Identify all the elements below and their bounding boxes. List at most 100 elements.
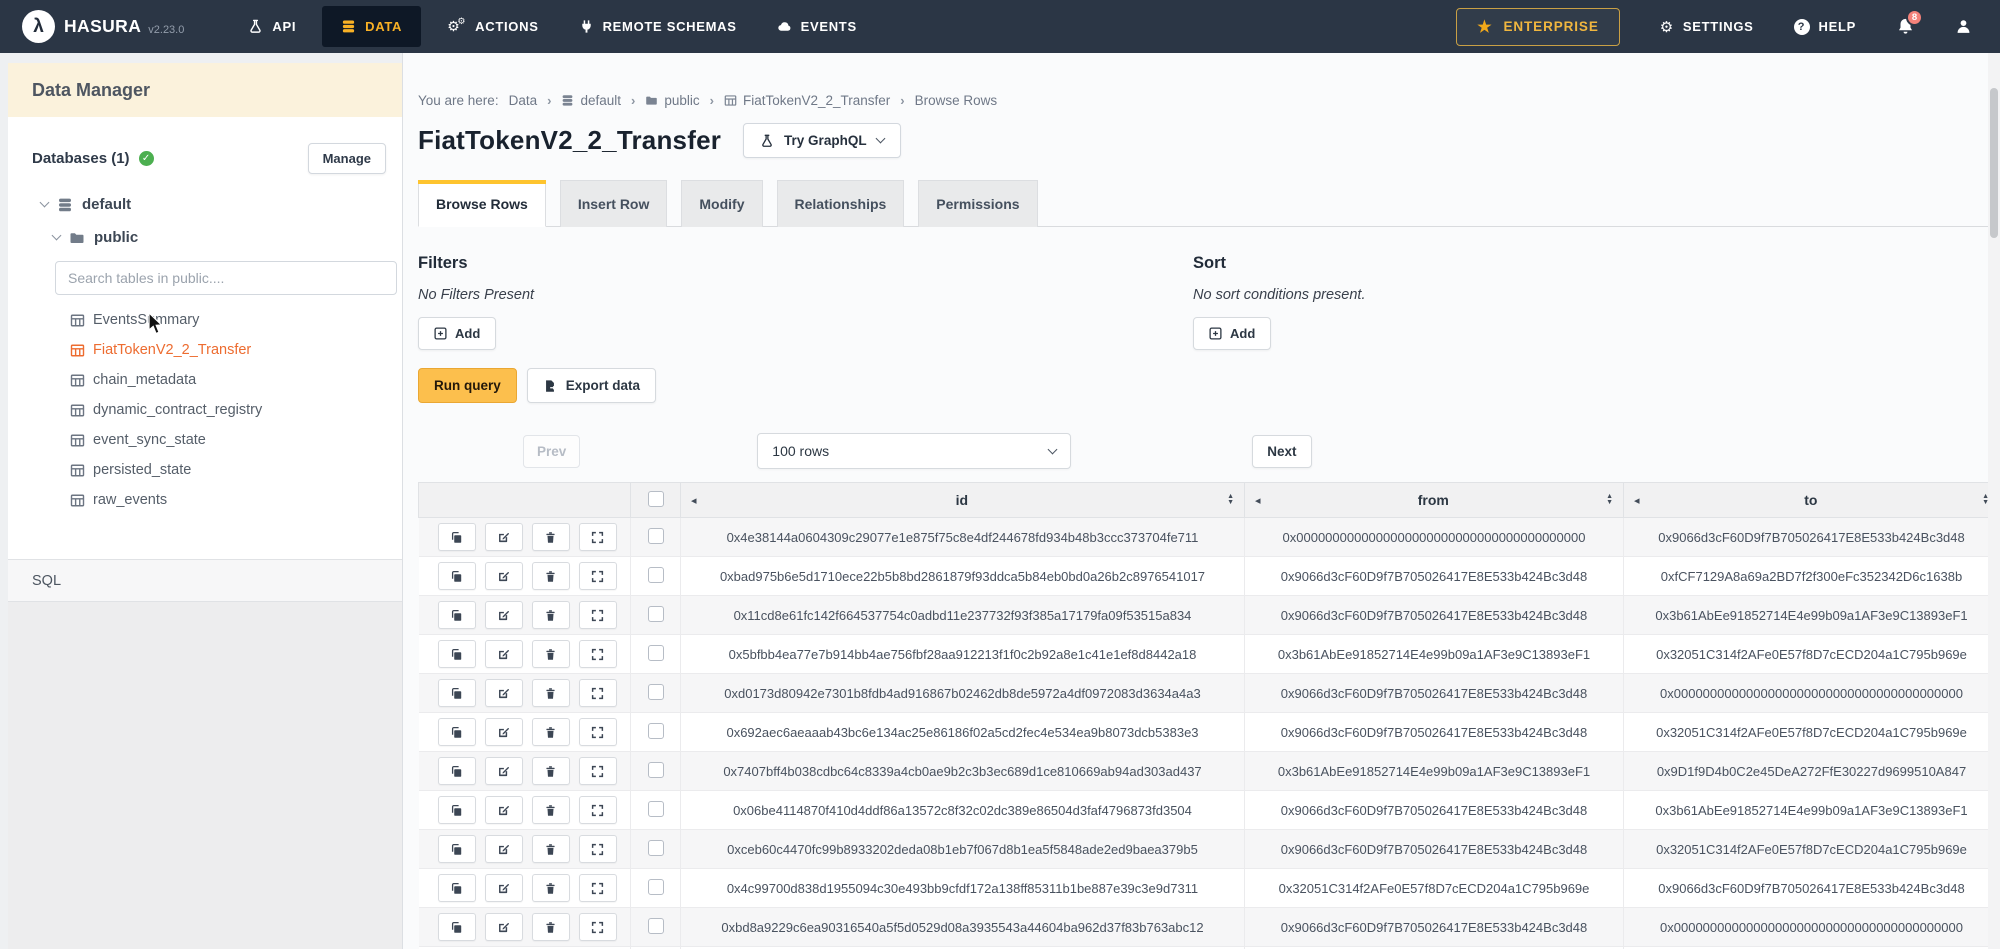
export-data-button[interactable]: Export data xyxy=(527,368,656,403)
edit-row-button[interactable] xyxy=(485,796,523,824)
cell-from[interactable]: 0x3b61AbEe91852714E4e99b09a1AF3e9C13893e… xyxy=(1245,752,1624,791)
next-page-button[interactable]: Next xyxy=(1252,435,1311,468)
sort-toggle-icon[interactable]: ▲▼ xyxy=(1606,494,1613,506)
try-graphql-button[interactable]: Try GraphQL xyxy=(743,123,901,158)
sidebar-table-item[interactable]: FiatTokenV2_2_Transfer xyxy=(8,335,402,365)
breadcrumb-table[interactable]: FiatTokenV2_2_Transfer xyxy=(724,93,890,108)
edit-row-button[interactable] xyxy=(485,874,523,902)
add-sort-button[interactable]: Add xyxy=(1193,317,1271,350)
chevron-down-icon[interactable] xyxy=(40,198,50,208)
cell-id[interactable]: 0x7407bff4b038cdbc64c8339a4cb0ae9b2c3b3e… xyxy=(681,752,1245,791)
cell-to[interactable]: 0x3b61AbEe91852714E4e99b09a1AF3e9C13893e… xyxy=(1624,791,2000,830)
nav-item-events[interactable]: EVENTS xyxy=(757,0,877,53)
tab[interactable]: Insert Row xyxy=(560,180,668,227)
expand-row-button[interactable] xyxy=(579,913,617,941)
nav-item-api[interactable]: API xyxy=(228,0,316,53)
delete-row-button[interactable] xyxy=(532,874,570,902)
chevron-down-icon[interactable] xyxy=(52,231,62,241)
sidebar-item-sql[interactable]: SQL xyxy=(8,559,402,602)
expand-row-button[interactable] xyxy=(579,757,617,785)
expand-row-button[interactable] xyxy=(579,796,617,824)
cell-to[interactable]: 0x32051C314f2AFe0E57f8D7cECD204a1C795b96… xyxy=(1624,635,2000,674)
prev-page-button[interactable]: Prev xyxy=(523,435,580,468)
enterprise-button[interactable]: ★ ENTERPRISE xyxy=(1456,8,1620,46)
cell-id[interactable]: 0xbad975b6e5d1710ece22b5b8bd2861879f93dd… xyxy=(681,557,1245,596)
tab[interactable]: Permissions xyxy=(918,180,1037,227)
vertical-scrollbar[interactable] xyxy=(1988,53,2000,949)
cell-id[interactable]: 0x5bfbb4ea77e7b914bb4ae756fbf28aa912213f… xyxy=(681,635,1245,674)
edit-row-button[interactable] xyxy=(485,679,523,707)
sidebar-table-item[interactable]: chain_metadata xyxy=(8,365,402,395)
edit-row-button[interactable] xyxy=(485,523,523,551)
user-menu-button[interactable] xyxy=(1955,18,1972,35)
header-column-id[interactable]: ◂ id ▲▼ xyxy=(681,483,1245,518)
nav-item-actions[interactable]: ⚙⚙ ACTIONS xyxy=(427,0,558,53)
expand-row-button[interactable] xyxy=(579,523,617,551)
rows-per-page-select[interactable]: 100 rows xyxy=(757,433,1071,469)
cell-from[interactable]: 0x9066d3cF60D9f7B705026417E8E533b424Bc3d… xyxy=(1245,830,1624,869)
nav-item-remote-schemas[interactable]: REMOTE SCHEMAS xyxy=(559,0,757,53)
run-query-button[interactable]: Run query xyxy=(418,368,517,403)
sidebar-table-item[interactable]: dynamic_contract_registry xyxy=(8,395,402,425)
cell-to[interactable]: 0x00000000000000000000000000000000000000… xyxy=(1624,674,2000,713)
clone-row-button[interactable] xyxy=(438,601,476,629)
delete-row-button[interactable] xyxy=(532,679,570,707)
cell-id[interactable]: 0xd0173d80942e7301b8fdb4ad916867b02462db… xyxy=(681,674,1245,713)
expand-row-button[interactable] xyxy=(579,640,617,668)
clone-row-button[interactable] xyxy=(438,835,476,863)
delete-row-button[interactable] xyxy=(532,913,570,941)
breadcrumb-data[interactable]: Data xyxy=(509,93,538,108)
sort-toggle-icon[interactable]: ▲▼ xyxy=(1227,494,1234,506)
expand-row-button[interactable] xyxy=(579,562,617,590)
cell-from[interactable]: 0x32051C314f2AFe0E57f8D7cECD204a1C795b96… xyxy=(1245,869,1624,908)
clone-row-button[interactable] xyxy=(438,679,476,707)
cell-id[interactable]: 0x4c99700d838d1955094c30e493bb9cfdf172a1… xyxy=(681,869,1245,908)
table-search-input[interactable] xyxy=(55,261,397,295)
sidebar-table-item[interactable]: persisted_state xyxy=(8,455,402,485)
clone-row-button[interactable] xyxy=(438,874,476,902)
expand-row-button[interactable] xyxy=(579,601,617,629)
expand-row-button[interactable] xyxy=(579,679,617,707)
edit-row-button[interactable] xyxy=(485,757,523,785)
add-filter-button[interactable]: Add xyxy=(418,317,496,350)
edit-row-button[interactable] xyxy=(485,601,523,629)
settings-button[interactable]: ⚙ SETTINGS xyxy=(1660,18,1754,36)
cell-id[interactable]: 0x692aec6aeaaab43bc6e134ac25e86186f02a5c… xyxy=(681,713,1245,752)
clone-row-button[interactable] xyxy=(438,523,476,551)
delete-row-button[interactable] xyxy=(532,601,570,629)
edit-row-button[interactable] xyxy=(485,913,523,941)
delete-row-button[interactable] xyxy=(532,562,570,590)
delete-row-button[interactable] xyxy=(532,718,570,746)
delete-row-button[interactable] xyxy=(532,796,570,824)
cell-to[interactable]: 0x32051C314f2AFe0E57f8D7cECD204a1C795b96… xyxy=(1624,830,2000,869)
sidebar-table-item[interactable]: raw_events xyxy=(8,485,402,515)
tree-node-database[interactable]: default xyxy=(8,196,402,213)
row-checkbox[interactable] xyxy=(648,762,664,778)
header-column-from[interactable]: ◂ from ▲▼ xyxy=(1245,483,1624,518)
cell-from[interactable]: 0x9066d3cF60D9f7B705026417E8E533b424Bc3d… xyxy=(1245,674,1624,713)
clone-row-button[interactable] xyxy=(438,757,476,785)
cell-from[interactable]: 0x9066d3cF60D9f7B705026417E8E533b424Bc3d… xyxy=(1245,908,1624,947)
hasura-logo-icon[interactable] xyxy=(22,10,55,43)
edit-row-button[interactable] xyxy=(485,835,523,863)
row-checkbox[interactable] xyxy=(648,528,664,544)
row-checkbox[interactable] xyxy=(648,918,664,934)
clone-row-button[interactable] xyxy=(438,640,476,668)
edit-row-button[interactable] xyxy=(485,640,523,668)
cell-to[interactable]: 0x3b61AbEe91852714E4e99b09a1AF3e9C13893e… xyxy=(1624,596,2000,635)
scrollbar-thumb[interactable] xyxy=(1990,88,1998,238)
breadcrumb-browse-rows[interactable]: Browse Rows xyxy=(915,93,998,108)
clone-row-button[interactable] xyxy=(438,562,476,590)
row-checkbox[interactable] xyxy=(648,879,664,895)
notifications-button[interactable]: 8 xyxy=(1896,17,1915,36)
cell-from[interactable]: 0x9066d3cF60D9f7B705026417E8E533b424Bc3d… xyxy=(1245,713,1624,752)
cell-id[interactable]: 0x4e38144a0604309c29077e1e875f75c8e4df24… xyxy=(681,518,1245,557)
cell-to[interactable]: 0x9066d3cF60D9f7B705026417E8E533b424Bc3d… xyxy=(1624,869,2000,908)
delete-row-button[interactable] xyxy=(532,835,570,863)
expand-row-button[interactable] xyxy=(579,718,617,746)
edit-row-button[interactable] xyxy=(485,562,523,590)
cell-from[interactable]: 0x3b61AbEe91852714E4e99b09a1AF3e9C13893e… xyxy=(1245,635,1624,674)
cell-from[interactable]: 0x9066d3cF60D9f7B705026417E8E533b424Bc3d… xyxy=(1245,791,1624,830)
cell-from[interactable]: 0x9066d3cF60D9f7B705026417E8E533b424Bc3d… xyxy=(1245,596,1624,635)
cell-to[interactable]: 0x9066d3cF60D9f7B705026417E8E533b424Bc3d… xyxy=(1624,518,2000,557)
